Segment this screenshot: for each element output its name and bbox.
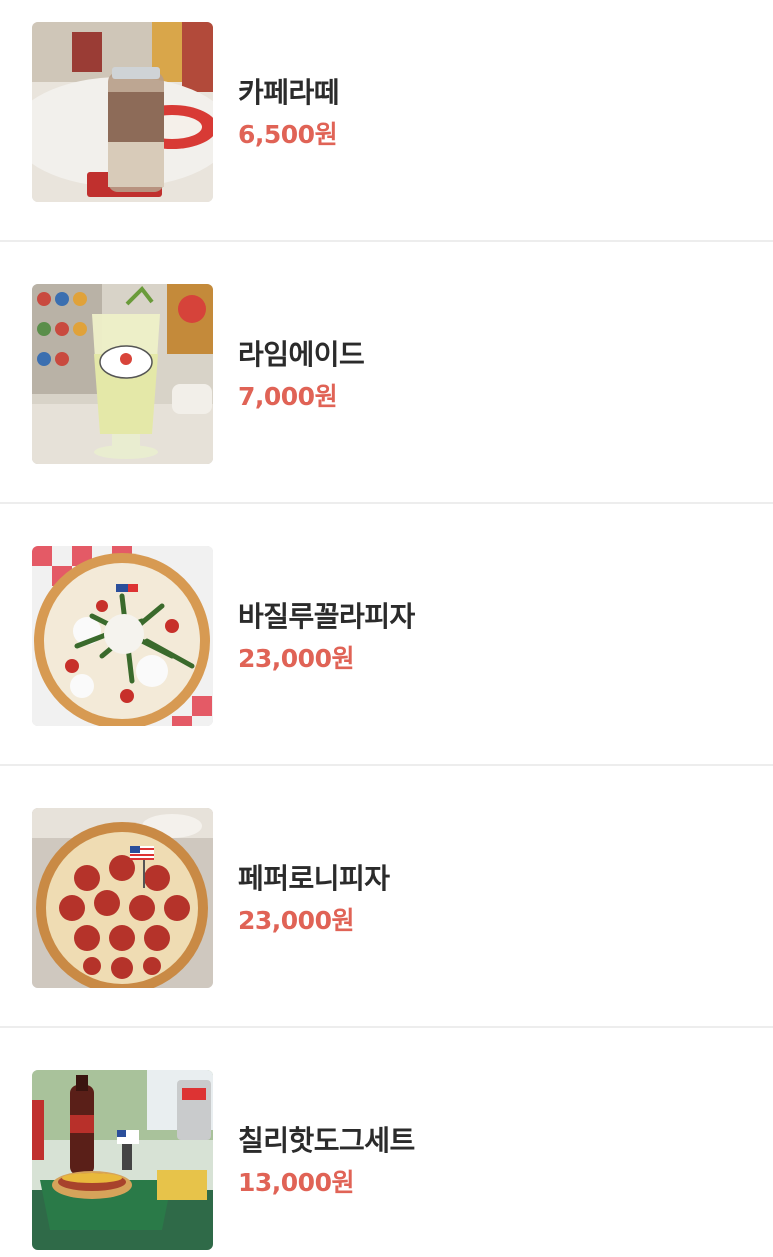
limeade-photo bbox=[32, 284, 213, 464]
menu-item-basil-arugula-pizza[interactable]: 바질루꼴라피자 23,000원 bbox=[0, 505, 773, 766]
item-name: 카페라떼 bbox=[238, 76, 340, 109]
menu-item-pepperoni-pizza[interactable]: 페퍼로니피자 23,000원 bbox=[0, 767, 773, 1028]
item-price: 23,000원 bbox=[238, 644, 354, 673]
item-price: 13,000원 bbox=[238, 1168, 354, 1197]
item-name: 바질루꼴라피자 bbox=[238, 600, 415, 633]
menu-item-limeade[interactable]: 라임에이드 7,000원 bbox=[0, 243, 773, 504]
cafe-latte-photo bbox=[32, 22, 213, 202]
item-name: 페퍼로니피자 bbox=[238, 862, 390, 895]
basil-arugula-pizza-photo bbox=[32, 546, 213, 726]
item-name: 라임에이드 bbox=[238, 338, 365, 371]
item-name: 칠리핫도그세트 bbox=[238, 1124, 415, 1157]
item-price: 7,000원 bbox=[238, 382, 338, 411]
menu-item-cafe-latte[interactable]: 카페라떼 6,500원 bbox=[0, 0, 773, 242]
pepperoni-pizza-photo bbox=[32, 808, 213, 988]
menu-list: 카페라떼 6,500원 라임에이드 7,000원 바질루꼴라피자 23,000원… bbox=[0, 0, 773, 1257]
menu-item-chili-hotdog-set[interactable]: 칠리핫도그세트 13,000원 bbox=[0, 1029, 773, 1257]
item-price: 6,500원 bbox=[238, 120, 338, 149]
chili-hotdog-set-photo bbox=[32, 1070, 213, 1250]
item-price: 23,000원 bbox=[238, 906, 354, 935]
